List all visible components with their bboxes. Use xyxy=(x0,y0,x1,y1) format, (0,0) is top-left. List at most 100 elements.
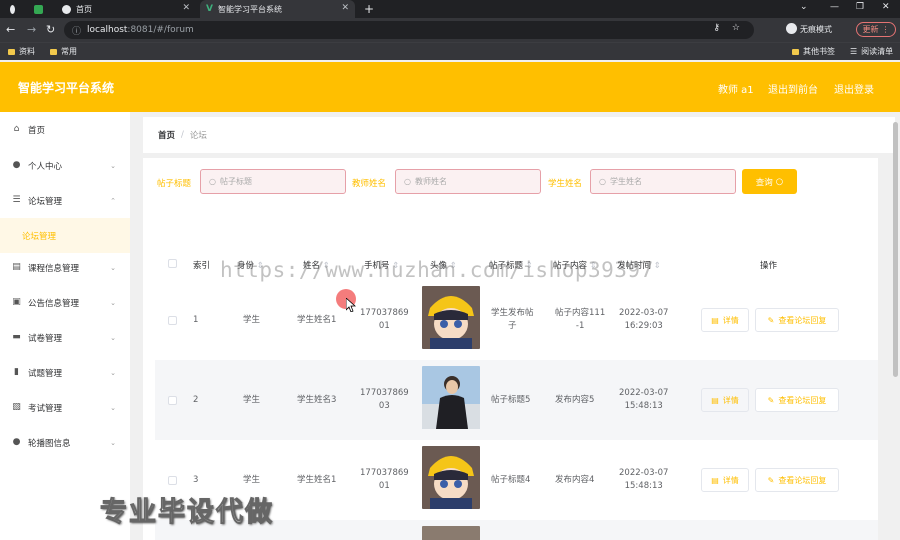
select-all-checkbox[interactable] xyxy=(168,259,177,268)
date-line: 2022-03-07 xyxy=(619,388,669,398)
back-icon[interactable]: ← xyxy=(6,23,15,36)
chevron-down-icon: ⌄ xyxy=(110,263,116,272)
content-line: 帖子内容111 xyxy=(555,308,606,318)
sidebar-item-label: 轮播图信息 xyxy=(28,438,71,449)
view-replies-button[interactable]: ✎ 查看论坛回复 xyxy=(755,468,839,492)
update-label: 更新 xyxy=(862,25,879,34)
star-icon[interactable]: ☆ xyxy=(732,23,740,33)
photo-avatar-icon xyxy=(422,366,480,429)
input-placeholder: 帖子标题 xyxy=(219,177,252,186)
cell-role: 学生 xyxy=(243,395,261,405)
window-close-icon[interactable]: ✕ xyxy=(882,2,890,12)
row-checkbox[interactable] xyxy=(168,316,177,325)
chevron-down-icon: ⌄ xyxy=(110,438,116,447)
detail-button[interactable]: ▤ 详情 xyxy=(701,468,749,492)
bookmark-folder[interactable]: 其他书签 xyxy=(792,46,835,57)
sidebar-item-profile[interactable]: ● 个人中心 ⌄ xyxy=(0,148,130,183)
cell-post-content: 发布内容4 xyxy=(555,474,594,487)
detail-button[interactable]: ▤ 详情 xyxy=(701,388,749,412)
url-input[interactable]: ⓘ localhost:8081/#/forum ⚷ ☆ xyxy=(64,21,754,39)
folder-icon xyxy=(792,48,799,55)
input-placeholder: 学生姓名 xyxy=(609,177,642,186)
breadcrumb-home[interactable]: 首页 xyxy=(158,129,175,141)
sidebar-item-label: 首页 xyxy=(28,125,46,136)
title-search-input[interactable]: ○ 帖子标题 xyxy=(200,169,346,194)
tab-label: 首页 xyxy=(76,4,92,14)
row-checkbox[interactable] xyxy=(168,396,177,405)
avatar xyxy=(422,526,480,540)
cell-post-title: 学生发布帖子 xyxy=(491,307,534,333)
sort-icon: ⇕ xyxy=(653,261,661,271)
view-replies-button[interactable]: ✎ 查看论坛回复 xyxy=(755,308,839,332)
browser-app-icon xyxy=(10,4,15,14)
avatar xyxy=(422,286,480,349)
cell-post-content: 发布内容5 xyxy=(555,394,594,407)
search-icon: ○ xyxy=(599,177,606,186)
phone-line: 01 xyxy=(378,481,390,491)
chevron-down-icon: ⌄ xyxy=(110,161,116,170)
cell-post-time: 2022-03-07 16:29:03 xyxy=(619,307,668,333)
view-replies-button[interactable]: ✎ 查看论坛回复 xyxy=(755,388,839,412)
sidebar-item-notice[interactable]: ▣ 公告信息管理 ⌄ xyxy=(0,285,130,320)
search-icon: ○ xyxy=(404,177,411,186)
bookmark-label: 阅读清单 xyxy=(861,47,894,56)
sidebar-item-exam[interactable]: ▧ 考试管理 ⌄ xyxy=(0,390,130,425)
vue-icon: V xyxy=(206,4,213,14)
sidebar-item-label: 考试管理 xyxy=(28,403,63,414)
phone-line: 177037869 xyxy=(360,308,409,318)
current-user: 教师 a1 xyxy=(718,85,754,96)
update-button[interactable]: 更新 ⋮ xyxy=(856,22,896,37)
detail-label: 详情 xyxy=(722,395,739,405)
sidebar-subitem-forum[interactable]: 论坛管理 xyxy=(0,218,130,253)
new-tab-button[interactable]: + xyxy=(358,0,376,18)
tab-search-icon[interactable]: ⌄ xyxy=(800,2,808,12)
bookmark-folder[interactable]: 常用 xyxy=(50,46,77,57)
watermark-text: 专业毕设代做 xyxy=(100,497,274,529)
reload-icon[interactable]: ↻ xyxy=(46,23,55,36)
sidebar-item-forum[interactable]: ☰ 论坛管理 ⌃ xyxy=(0,183,130,218)
sidebar-item-carousel[interactable]: ● 轮播图信息 ⌄ xyxy=(0,425,130,460)
tab-pinned[interactable] xyxy=(28,0,56,18)
breadcrumb-separator: / xyxy=(181,130,184,140)
sidebar-item-label: 试卷管理 xyxy=(28,333,63,344)
phone-line: 01 xyxy=(378,321,390,331)
student-search-input[interactable]: ○ 学生姓名 xyxy=(590,169,736,194)
cell-post-time: 2022-03-07 15:48:13 xyxy=(619,467,668,493)
sliders-icon: ☰ xyxy=(12,195,21,205)
chevron-down-icon: ⌄ xyxy=(110,333,116,342)
url-host: localhost xyxy=(87,25,128,35)
teacher-search-input[interactable]: ○ 教师姓名 xyxy=(395,169,541,194)
close-icon[interactable]: ✕ xyxy=(182,3,190,13)
logout-link[interactable]: 退出登录 xyxy=(834,81,874,96)
sidebar-item-course[interactable]: ▤ 课程信息管理 ⌄ xyxy=(0,250,130,285)
tab-home[interactable]: 首页 ✕ xyxy=(56,0,196,18)
back-to-front-link[interactable]: 退出到前台 xyxy=(768,81,818,96)
tab-icon-only[interactable] xyxy=(4,0,20,18)
sidebar-item-label: 课程信息管理 xyxy=(28,263,80,274)
minimize-icon[interactable]: — xyxy=(830,2,839,12)
user-icon: ● xyxy=(12,160,21,170)
key-icon[interactable]: ⚷ xyxy=(713,23,720,33)
tab-active[interactable]: V 智能学习平台系统 ✕ xyxy=(200,0,355,18)
restore-icon[interactable]: ❐ xyxy=(856,2,864,12)
forward-icon[interactable]: → xyxy=(27,23,36,36)
title-line: 子 xyxy=(508,321,517,331)
cell-phone: 177037869 01 xyxy=(360,467,409,493)
sidebar-item-home[interactable]: ⌂ 首页 xyxy=(0,112,130,147)
sidebar-item-paper[interactable]: ▬ 试卷管理 ⌄ xyxy=(0,320,130,355)
col-actions: 操作 xyxy=(760,261,778,271)
filter-teacher-label: 教师姓名 xyxy=(352,179,387,189)
reading-list[interactable]: ☰ 阅读清单 xyxy=(850,46,893,57)
cell-index: 3 xyxy=(193,475,199,485)
search-button[interactable]: 查询 ○ xyxy=(742,169,797,194)
scrollbar[interactable] xyxy=(893,122,898,377)
time-line: 15:48:13 xyxy=(624,481,663,491)
table-row: 2 学生 学生姓名3 177037869 03 帖子标题5 发布内容5 2022-… xyxy=(155,360,878,440)
filter-title-label: 帖子标题 xyxy=(157,179,192,189)
sidebar-item-question[interactable]: ▮ 试题管理 ⌄ xyxy=(0,355,130,390)
row-checkbox[interactable] xyxy=(168,476,177,485)
main-content: 首页 / 论坛 帖子标题 ○ 帖子标题 教师姓名 ○ 教师姓名 学生姓名 ○ 学生姓名… xyxy=(130,112,900,540)
bookmark-folder[interactable]: 资料 xyxy=(8,46,35,57)
close-icon[interactable]: ✕ xyxy=(341,3,349,13)
detail-button[interactable]: ▤ 详情 xyxy=(701,308,749,332)
